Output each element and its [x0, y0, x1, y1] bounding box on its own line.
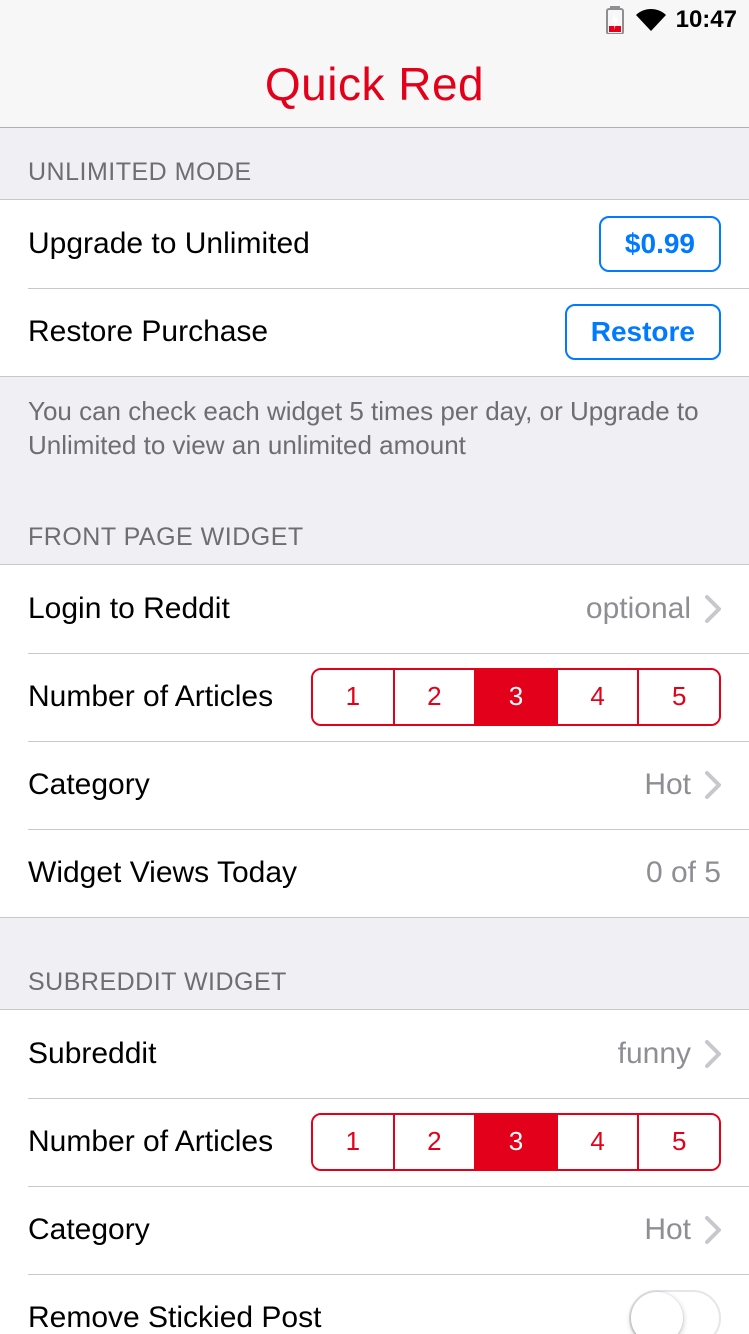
front-articles-segmented: 12345 [311, 668, 721, 726]
upgrade-label: Upgrade to Unlimited [28, 227, 310, 261]
upgrade-price-button[interactable]: $0.99 [599, 216, 721, 272]
row-front-category[interactable]: Category Hot [0, 741, 749, 829]
login-value: optional [586, 592, 691, 626]
status-time: 10:47 [676, 6, 737, 34]
section-group-unlimited: Upgrade to Unlimited $0.99 Restore Purch… [0, 199, 749, 377]
wifi-icon [636, 9, 666, 31]
chevron-right-icon [705, 1040, 721, 1068]
section-header-subreddit: SUBREDDIT WIDGET [0, 918, 749, 1009]
sub-category-label: Category [28, 1213, 150, 1247]
switch-knob [631, 1292, 683, 1334]
row-sub-articles: Number of Articles 12345 [0, 1098, 749, 1186]
row-subreddit[interactable]: Subreddit funny [0, 1010, 749, 1098]
front-views-value: 0 of 5 [646, 856, 721, 890]
sub-category-value: Hot [644, 1213, 691, 1247]
segment-4[interactable]: 4 [556, 1115, 638, 1169]
section-footer-unlimited: You can check each widget 5 times per da… [0, 377, 749, 473]
segment-3[interactable]: 3 [474, 670, 556, 724]
stickied-switch[interactable] [629, 1290, 721, 1334]
segment-2[interactable]: 2 [393, 670, 475, 724]
login-label: Login to Reddit [28, 592, 230, 626]
segment-5[interactable]: 5 [637, 670, 719, 724]
segment-1[interactable]: 1 [313, 670, 393, 724]
chevron-right-icon [705, 1216, 721, 1244]
row-remove-stickied: Remove Stickied Post [0, 1274, 749, 1334]
page-title: Quick Red [265, 57, 484, 111]
segment-3[interactable]: 3 [474, 1115, 556, 1169]
segment-2[interactable]: 2 [393, 1115, 475, 1169]
nav-header: Quick Red [0, 40, 749, 128]
row-login[interactable]: Login to Reddit optional [0, 565, 749, 653]
front-category-label: Category [28, 768, 150, 802]
status-bar: 10:47 [0, 0, 749, 40]
row-upgrade: Upgrade to Unlimited $0.99 [0, 200, 749, 288]
segment-5[interactable]: 5 [637, 1115, 719, 1169]
restore-button[interactable]: Restore [565, 304, 721, 360]
row-restore: Restore Purchase Restore [0, 288, 749, 376]
stickied-label: Remove Stickied Post [28, 1301, 321, 1334]
subreddit-value: funny [618, 1037, 691, 1071]
row-front-articles: Number of Articles 12345 [0, 653, 749, 741]
section-header-unlimited: UNLIMITED MODE [0, 128, 749, 199]
chevron-right-icon [705, 771, 721, 799]
row-sub-category[interactable]: Category Hot [0, 1186, 749, 1274]
subreddit-label: Subreddit [28, 1037, 156, 1071]
segment-1[interactable]: 1 [313, 1115, 393, 1169]
battery-low-icon [604, 6, 626, 34]
front-articles-label: Number of Articles [28, 680, 273, 714]
sub-articles-label: Number of Articles [28, 1125, 273, 1159]
section-header-front-page: FRONT PAGE WIDGET [0, 473, 749, 564]
front-category-value: Hot [644, 768, 691, 802]
segment-4[interactable]: 4 [556, 670, 638, 724]
chevron-right-icon [705, 595, 721, 623]
sub-articles-segmented: 12345 [311, 1113, 721, 1171]
section-group-subreddit: Subreddit funny Number of Articles 12345… [0, 1009, 749, 1334]
restore-label: Restore Purchase [28, 315, 268, 349]
row-front-views: Widget Views Today 0 of 5 [0, 829, 749, 917]
section-group-front-page: Login to Reddit optional Number of Artic… [0, 564, 749, 918]
front-views-label: Widget Views Today [28, 856, 297, 890]
